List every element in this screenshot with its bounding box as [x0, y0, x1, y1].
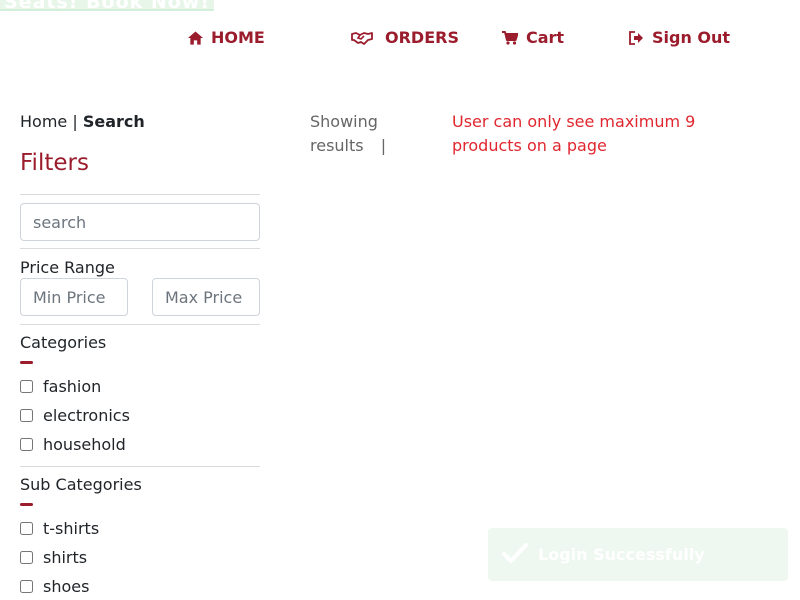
categories-accent-bar — [20, 361, 33, 364]
breadcrumb-current: Search — [82, 112, 145, 131]
breadcrumb-home-link[interactable]: Home — [20, 112, 67, 131]
cart-icon — [502, 30, 518, 46]
results-summary: Showing results | — [310, 110, 420, 158]
login-success-toast[interactable]: Login Successfully — [488, 528, 788, 581]
category-option-fashion[interactable]: fashion — [20, 377, 101, 396]
category-checkbox-fashion[interactable] — [20, 380, 33, 393]
category-option-household[interactable]: household — [20, 435, 126, 454]
search-input[interactable] — [20, 203, 260, 241]
page: Seats! Book Now! HOME ORDERS Cart Sign O… — [0, 0, 800, 600]
top-nav: HOME ORDERS Cart Sign Out — [0, 28, 800, 54]
category-label-household: household — [43, 435, 126, 454]
nav-home-link[interactable]: HOME — [187, 28, 265, 47]
breadcrumb-separator: | — [72, 112, 78, 131]
nav-cart-link[interactable]: Cart — [502, 28, 564, 47]
breadcrumb: Home | Search — [20, 112, 145, 131]
home-icon — [187, 30, 203, 46]
divider — [20, 466, 260, 467]
divider — [20, 194, 260, 195]
category-label-fashion: fashion — [43, 377, 102, 396]
sub-categories-label: Sub Categories — [20, 475, 142, 494]
promo-text: Seats! Book Now! — [4, 0, 211, 13]
sign-out-icon — [628, 30, 644, 46]
subcategory-checkbox-shirts[interactable] — [20, 551, 33, 564]
showing-results-label: Showing results — [310, 112, 378, 155]
category-checkbox-household[interactable] — [20, 438, 33, 451]
nav-orders-link[interactable]: ORDERS — [351, 28, 459, 47]
min-price-input[interactable] — [20, 278, 128, 316]
toast-message: Login Successfully — [538, 545, 705, 564]
subcategory-option-t-shirts[interactable]: t-shirts — [20, 519, 99, 538]
max-price-input[interactable] — [152, 278, 260, 316]
nav-cart-label: Cart — [526, 28, 565, 47]
subcategory-checkbox-t-shirts[interactable] — [20, 522, 33, 535]
subcategory-label-shoes: shoes — [43, 577, 90, 596]
subcategory-option-shirts[interactable]: shirts — [20, 548, 87, 567]
promo-banner[interactable]: Seats! Book Now! — [0, 0, 215, 13]
nav-orders-label: ORDERS — [385, 28, 459, 47]
subcategory-checkbox-shoes[interactable] — [20, 580, 33, 593]
sub-categories-accent-bar — [20, 503, 33, 506]
nav-signout-label: Sign Out — [652, 28, 731, 47]
price-range-label: Price Range — [20, 258, 115, 277]
handshake-icon — [351, 30, 373, 46]
divider — [20, 248, 260, 249]
category-label-electronics: electronics — [43, 406, 130, 425]
subcategory-option-shoes[interactable]: shoes — [20, 577, 89, 596]
filters-title: Filters — [20, 150, 89, 176]
category-option-electronics[interactable]: electronics — [20, 406, 130, 425]
results-separator: | — [380, 136, 387, 155]
divider — [20, 324, 260, 325]
max-products-notice: User can only see maximum 9 products on … — [452, 112, 696, 155]
check-icon — [502, 542, 528, 567]
nav-home-label: HOME — [211, 28, 265, 47]
subcategory-label-t-shirts: t-shirts — [43, 519, 100, 538]
nav-signout-link[interactable]: Sign Out — [628, 28, 730, 47]
subcategory-label-shirts: shirts — [43, 548, 88, 567]
categories-label: Categories — [20, 333, 107, 352]
category-checkbox-electronics[interactable] — [20, 409, 33, 422]
